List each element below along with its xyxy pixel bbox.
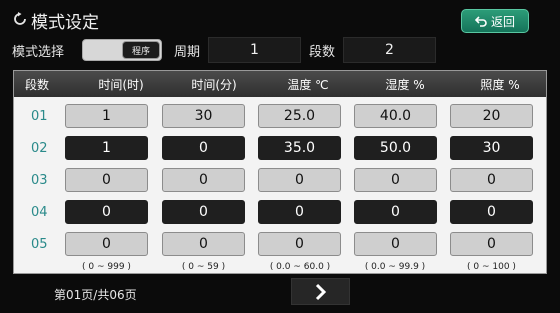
cell-minutes[interactable]: 30: [162, 104, 245, 128]
cell-temp[interactable]: 35.0: [258, 136, 341, 160]
chevron-right-icon: [315, 283, 326, 300]
range-humidity: ( 0.0 ~ 99.9 ): [364, 262, 426, 272]
range-light: ( 0 ~ 100 ): [467, 262, 516, 272]
cell-hours[interactable]: 1: [65, 136, 148, 160]
program-table: 段数 时间(时) 时间(分) 温度 ℃ 湿度 % 照度 % 01 1 30 25…: [13, 70, 547, 274]
cell-light[interactable]: 0: [450, 200, 533, 224]
cell-humidity[interactable]: 50.0: [354, 136, 437, 160]
cell-hours[interactable]: 0: [65, 168, 148, 192]
cell-temp[interactable]: 25.0: [258, 104, 341, 128]
return-icon: [474, 16, 487, 27]
cell-humidity[interactable]: 0: [354, 168, 437, 192]
row-index: 01: [31, 109, 48, 124]
cell-hours[interactable]: 1: [65, 104, 148, 128]
row-index: 02: [31, 141, 48, 156]
cell-temp[interactable]: 0: [258, 200, 341, 224]
cell-temp[interactable]: 0: [258, 232, 341, 256]
cell-minutes[interactable]: 0: [162, 232, 245, 256]
next-page-button[interactable]: [291, 278, 350, 305]
cell-humidity[interactable]: 40.0: [354, 104, 437, 128]
cell-light[interactable]: 0: [450, 168, 533, 192]
cell-temp[interactable]: 0: [258, 168, 341, 192]
range-minutes: ( 0 ~ 59 ): [181, 262, 226, 272]
period-input[interactable]: 1: [208, 37, 301, 63]
cell-minutes[interactable]: 0: [162, 200, 245, 224]
title-bar: 模式设定 返回: [0, 0, 560, 38]
mode-toggle-knob[interactable]: 程序: [122, 41, 160, 59]
header-segment: 段数: [24, 78, 49, 92]
cell-light[interactable]: 30: [450, 136, 533, 160]
segment-input[interactable]: 2: [343, 37, 436, 63]
row-index: 03: [31, 173, 48, 188]
cell-light[interactable]: 0: [450, 232, 533, 256]
back-button-label: 返回: [490, 14, 515, 29]
back-button[interactable]: 返回: [461, 9, 529, 33]
cell-light[interactable]: 20: [450, 104, 533, 128]
header-hours: 时间(时): [98, 78, 144, 92]
header-temp: 温度 ℃: [287, 78, 329, 92]
header-light: 照度 %: [480, 78, 520, 92]
page-indicator: 第01页/共06页: [54, 288, 137, 302]
cell-hours[interactable]: 0: [65, 232, 148, 256]
header-minutes: 时间(分): [191, 78, 237, 92]
cell-hours[interactable]: 0: [65, 200, 148, 224]
row-index: 05: [31, 237, 48, 252]
row-index: 04: [31, 205, 48, 220]
control-row: 模式选择 程序 周期 1 段数 2: [0, 36, 560, 64]
refresh-icon: [14, 12, 26, 25]
period-label: 周期: [174, 45, 201, 60]
cell-minutes[interactable]: 0: [162, 136, 245, 160]
segment-label: 段数: [309, 45, 336, 60]
mode-label: 模式选择: [12, 45, 65, 60]
cell-humidity[interactable]: 0: [354, 200, 437, 224]
table-header: 段数 时间(时) 时间(分) 温度 ℃ 湿度 % 照度 %: [14, 71, 546, 97]
range-hours: ( 0 ~ 999 ): [82, 262, 131, 272]
cell-minutes[interactable]: 0: [162, 168, 245, 192]
cell-humidity[interactable]: 0: [354, 232, 437, 256]
range-temp: ( 0.0 ~ 60.0 ): [269, 262, 331, 272]
header-humidity: 湿度 %: [385, 78, 425, 92]
mode-toggle[interactable]: 程序: [82, 39, 162, 61]
page-title: 模式设定: [31, 13, 99, 33]
